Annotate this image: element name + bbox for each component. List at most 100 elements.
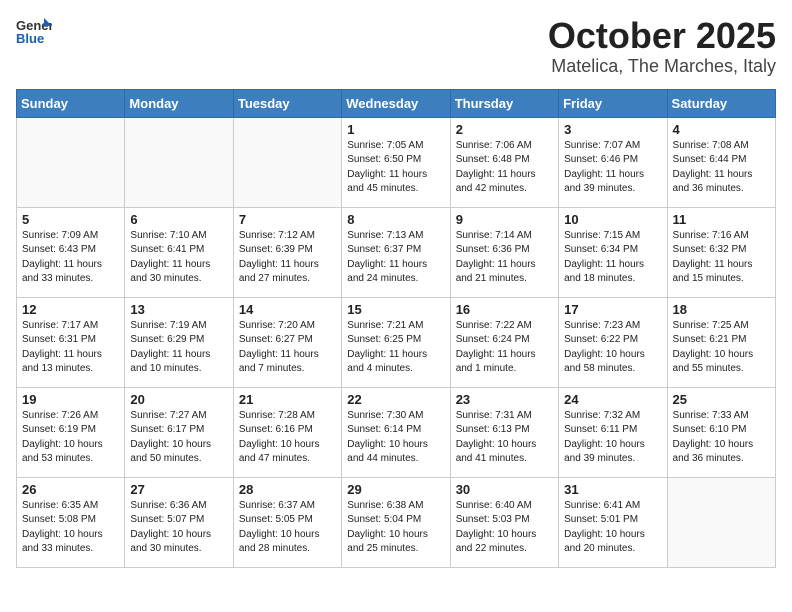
calendar-cell: 15Sunrise: 7:21 AM Sunset: 6:25 PM Dayli…	[342, 297, 450, 387]
calendar-cell	[17, 117, 125, 207]
day-number: 13	[130, 302, 227, 317]
calendar-cell: 5 Sunrise: 7:09 AM Sunset: 6:43 PM Daylig…	[17, 207, 125, 297]
calendar-cell: 14 Sunrise: 7:20 AM Sunset: 6:27 PM Dayli…	[233, 297, 341, 387]
calendar-cell: 22 Sunrise: 7:30 AM Sunset: 6:14 PM Dayli…	[342, 387, 450, 477]
calendar-cell	[233, 117, 341, 207]
calendar-cell: 19 Sunrise: 7:26 AM Sunset: 6:19 PM Dayli…	[17, 387, 125, 477]
day-number: 15	[347, 302, 444, 317]
day-number: 4	[673, 122, 770, 137]
calendar-cell: 1Sunrise: 7:05 AM Sunset: 6:50 PM Daylig…	[342, 117, 450, 207]
day-number: 12	[22, 302, 119, 317]
header-row: SundayMondayTuesdayWednesdayThursdayFrid…	[17, 89, 776, 117]
page-header: General Blue October 2025 Matelica, The …	[16, 16, 776, 77]
day-info: Sunrise: 6:37 AM Sunset: 5:05 PM Dayligh…	[239, 499, 336, 557]
day-number: 21	[239, 392, 336, 407]
day-number: 10	[564, 212, 661, 227]
day-info: Sunrise: 6:41 AM Sunset: 5:01 PM Dayligh…	[564, 499, 661, 557]
day-number: 29	[347, 482, 444, 497]
month-title: October 2025	[548, 16, 776, 56]
day-number: 24	[564, 392, 661, 407]
day-info: Sunrise: 7:12 AM Sunset: 6:39 PM Dayligh…	[239, 229, 336, 287]
day-info: Sunrise: 7:16 AM Sunset: 6:32 PM Dayligh…	[673, 229, 770, 287]
day-number: 28	[239, 482, 336, 497]
day-info: Sunrise: 7:06 AM Sunset: 6:48 PM Dayligh…	[456, 139, 553, 197]
day-info: Sunrise: 7:20 AM Sunset: 6:27 PM Dayligh…	[239, 319, 336, 377]
day-info: Sunrise: 6:40 AM Sunset: 5:03 PM Dayligh…	[456, 499, 553, 557]
day-info: Sunrise: 7:25 AM Sunset: 6:21 PM Dayligh…	[673, 319, 770, 377]
day-info: Sunrise: 7:26 AM Sunset: 6:19 PM Dayligh…	[22, 409, 119, 467]
day-info: Sunrise: 7:09 AM Sunset: 6:43 PM Dayligh…	[22, 229, 119, 287]
calendar-cell: 9Sunrise: 7:14 AM Sunset: 6:36 PM Daylig…	[450, 207, 558, 297]
day-number: 22	[347, 392, 444, 407]
day-number: 11	[673, 212, 770, 227]
calendar-cell	[125, 117, 233, 207]
day-info: Sunrise: 7:13 AM Sunset: 6:37 PM Dayligh…	[347, 229, 444, 287]
logo: General Blue	[16, 16, 56, 46]
calendar-cell: 18 Sunrise: 7:25 AM Sunset: 6:21 PM Dayli…	[667, 297, 775, 387]
day-number: 7	[239, 212, 336, 227]
day-number: 27	[130, 482, 227, 497]
day-info: Sunrise: 7:22 AM Sunset: 6:24 PM Dayligh…	[456, 319, 553, 377]
week-row-2: 5 Sunrise: 7:09 AM Sunset: 6:43 PM Daylig…	[17, 207, 776, 297]
day-number: 17	[564, 302, 661, 317]
calendar-cell: 4 Sunrise: 7:08 AM Sunset: 6:44 PM Daylig…	[667, 117, 775, 207]
calendar-cell: 31 Sunrise: 6:41 AM Sunset: 5:01 PM Dayli…	[559, 477, 667, 567]
calendar-cell: 25 Sunrise: 7:33 AM Sunset: 6:10 PM Dayli…	[667, 387, 775, 477]
day-number: 2	[456, 122, 553, 137]
day-number: 9	[456, 212, 553, 227]
day-number: 30	[456, 482, 553, 497]
calendar-table: SundayMondayTuesdayWednesdayThursdayFrid…	[16, 89, 776, 568]
title-area: October 2025 Matelica, The Marches, Ital…	[548, 16, 776, 77]
day-info: Sunrise: 7:17 AM Sunset: 6:31 PM Dayligh…	[22, 319, 119, 377]
day-info: Sunrise: 7:15 AM Sunset: 6:34 PM Dayligh…	[564, 229, 661, 287]
week-row-1: 1Sunrise: 7:05 AM Sunset: 6:50 PM Daylig…	[17, 117, 776, 207]
column-header-thursday: Thursday	[450, 89, 558, 117]
day-number: 8	[347, 212, 444, 227]
day-info: Sunrise: 7:05 AM Sunset: 6:50 PM Dayligh…	[347, 139, 444, 197]
day-number: 6	[130, 212, 227, 227]
day-info: Sunrise: 7:08 AM Sunset: 6:44 PM Dayligh…	[673, 139, 770, 197]
column-header-friday: Friday	[559, 89, 667, 117]
day-number: 14	[239, 302, 336, 317]
calendar-cell: 10 Sunrise: 7:15 AM Sunset: 6:34 PM Dayli…	[559, 207, 667, 297]
day-info: Sunrise: 7:31 AM Sunset: 6:13 PM Dayligh…	[456, 409, 553, 467]
day-info: Sunrise: 6:38 AM Sunset: 5:04 PM Dayligh…	[347, 499, 444, 557]
calendar-cell: 12 Sunrise: 7:17 AM Sunset: 6:31 PM Dayli…	[17, 297, 125, 387]
location-title: Matelica, The Marches, Italy	[548, 56, 776, 77]
calendar-cell: 20Sunrise: 7:27 AM Sunset: 6:17 PM Dayli…	[125, 387, 233, 477]
day-info: Sunrise: 7:23 AM Sunset: 6:22 PM Dayligh…	[564, 319, 661, 377]
day-info: Sunrise: 7:30 AM Sunset: 6:14 PM Dayligh…	[347, 409, 444, 467]
day-info: Sunrise: 7:19 AM Sunset: 6:29 PM Dayligh…	[130, 319, 227, 377]
svg-text:Blue: Blue	[16, 31, 44, 46]
calendar-cell: 17 Sunrise: 7:23 AM Sunset: 6:22 PM Dayli…	[559, 297, 667, 387]
calendar-cell: 21 Sunrise: 7:28 AM Sunset: 6:16 PM Dayli…	[233, 387, 341, 477]
calendar-cell: 30 Sunrise: 6:40 AM Sunset: 5:03 PM Dayli…	[450, 477, 558, 567]
day-number: 23	[456, 392, 553, 407]
column-header-saturday: Saturday	[667, 89, 775, 117]
day-info: Sunrise: 7:33 AM Sunset: 6:10 PM Dayligh…	[673, 409, 770, 467]
day-number: 31	[564, 482, 661, 497]
day-info: Sunrise: 6:36 AM Sunset: 5:07 PM Dayligh…	[130, 499, 227, 557]
day-info: Sunrise: 7:28 AM Sunset: 6:16 PM Dayligh…	[239, 409, 336, 467]
day-info: Sunrise: 7:10 AM Sunset: 6:41 PM Dayligh…	[130, 229, 227, 287]
day-number: 19	[22, 392, 119, 407]
day-number: 16	[456, 302, 553, 317]
calendar-cell: 13 Sunrise: 7:19 AM Sunset: 6:29 PM Dayli…	[125, 297, 233, 387]
calendar-cell: 7 Sunrise: 7:12 AM Sunset: 6:39 PM Daylig…	[233, 207, 341, 297]
calendar-cell: 27 Sunrise: 6:36 AM Sunset: 5:07 PM Dayli…	[125, 477, 233, 567]
calendar-cell: 29 Sunrise: 6:38 AM Sunset: 5:04 PM Dayli…	[342, 477, 450, 567]
column-header-wednesday: Wednesday	[342, 89, 450, 117]
logo-icon: General Blue	[16, 16, 52, 46]
week-row-4: 19 Sunrise: 7:26 AM Sunset: 6:19 PM Dayli…	[17, 387, 776, 477]
day-number: 20	[130, 392, 227, 407]
day-number: 5	[22, 212, 119, 227]
calendar-cell: 2 Sunrise: 7:06 AM Sunset: 6:48 PM Daylig…	[450, 117, 558, 207]
day-number: 25	[673, 392, 770, 407]
calendar-cell: 8 Sunrise: 7:13 AM Sunset: 6:37 PM Daylig…	[342, 207, 450, 297]
column-header-tuesday: Tuesday	[233, 89, 341, 117]
day-number: 18	[673, 302, 770, 317]
day-number: 26	[22, 482, 119, 497]
calendar-cell: 23 Sunrise: 7:31 AM Sunset: 6:13 PM Dayli…	[450, 387, 558, 477]
day-info: Sunrise: 7:32 AM Sunset: 6:11 PM Dayligh…	[564, 409, 661, 467]
calendar-cell: 11 Sunrise: 7:16 AM Sunset: 6:32 PM Dayli…	[667, 207, 775, 297]
